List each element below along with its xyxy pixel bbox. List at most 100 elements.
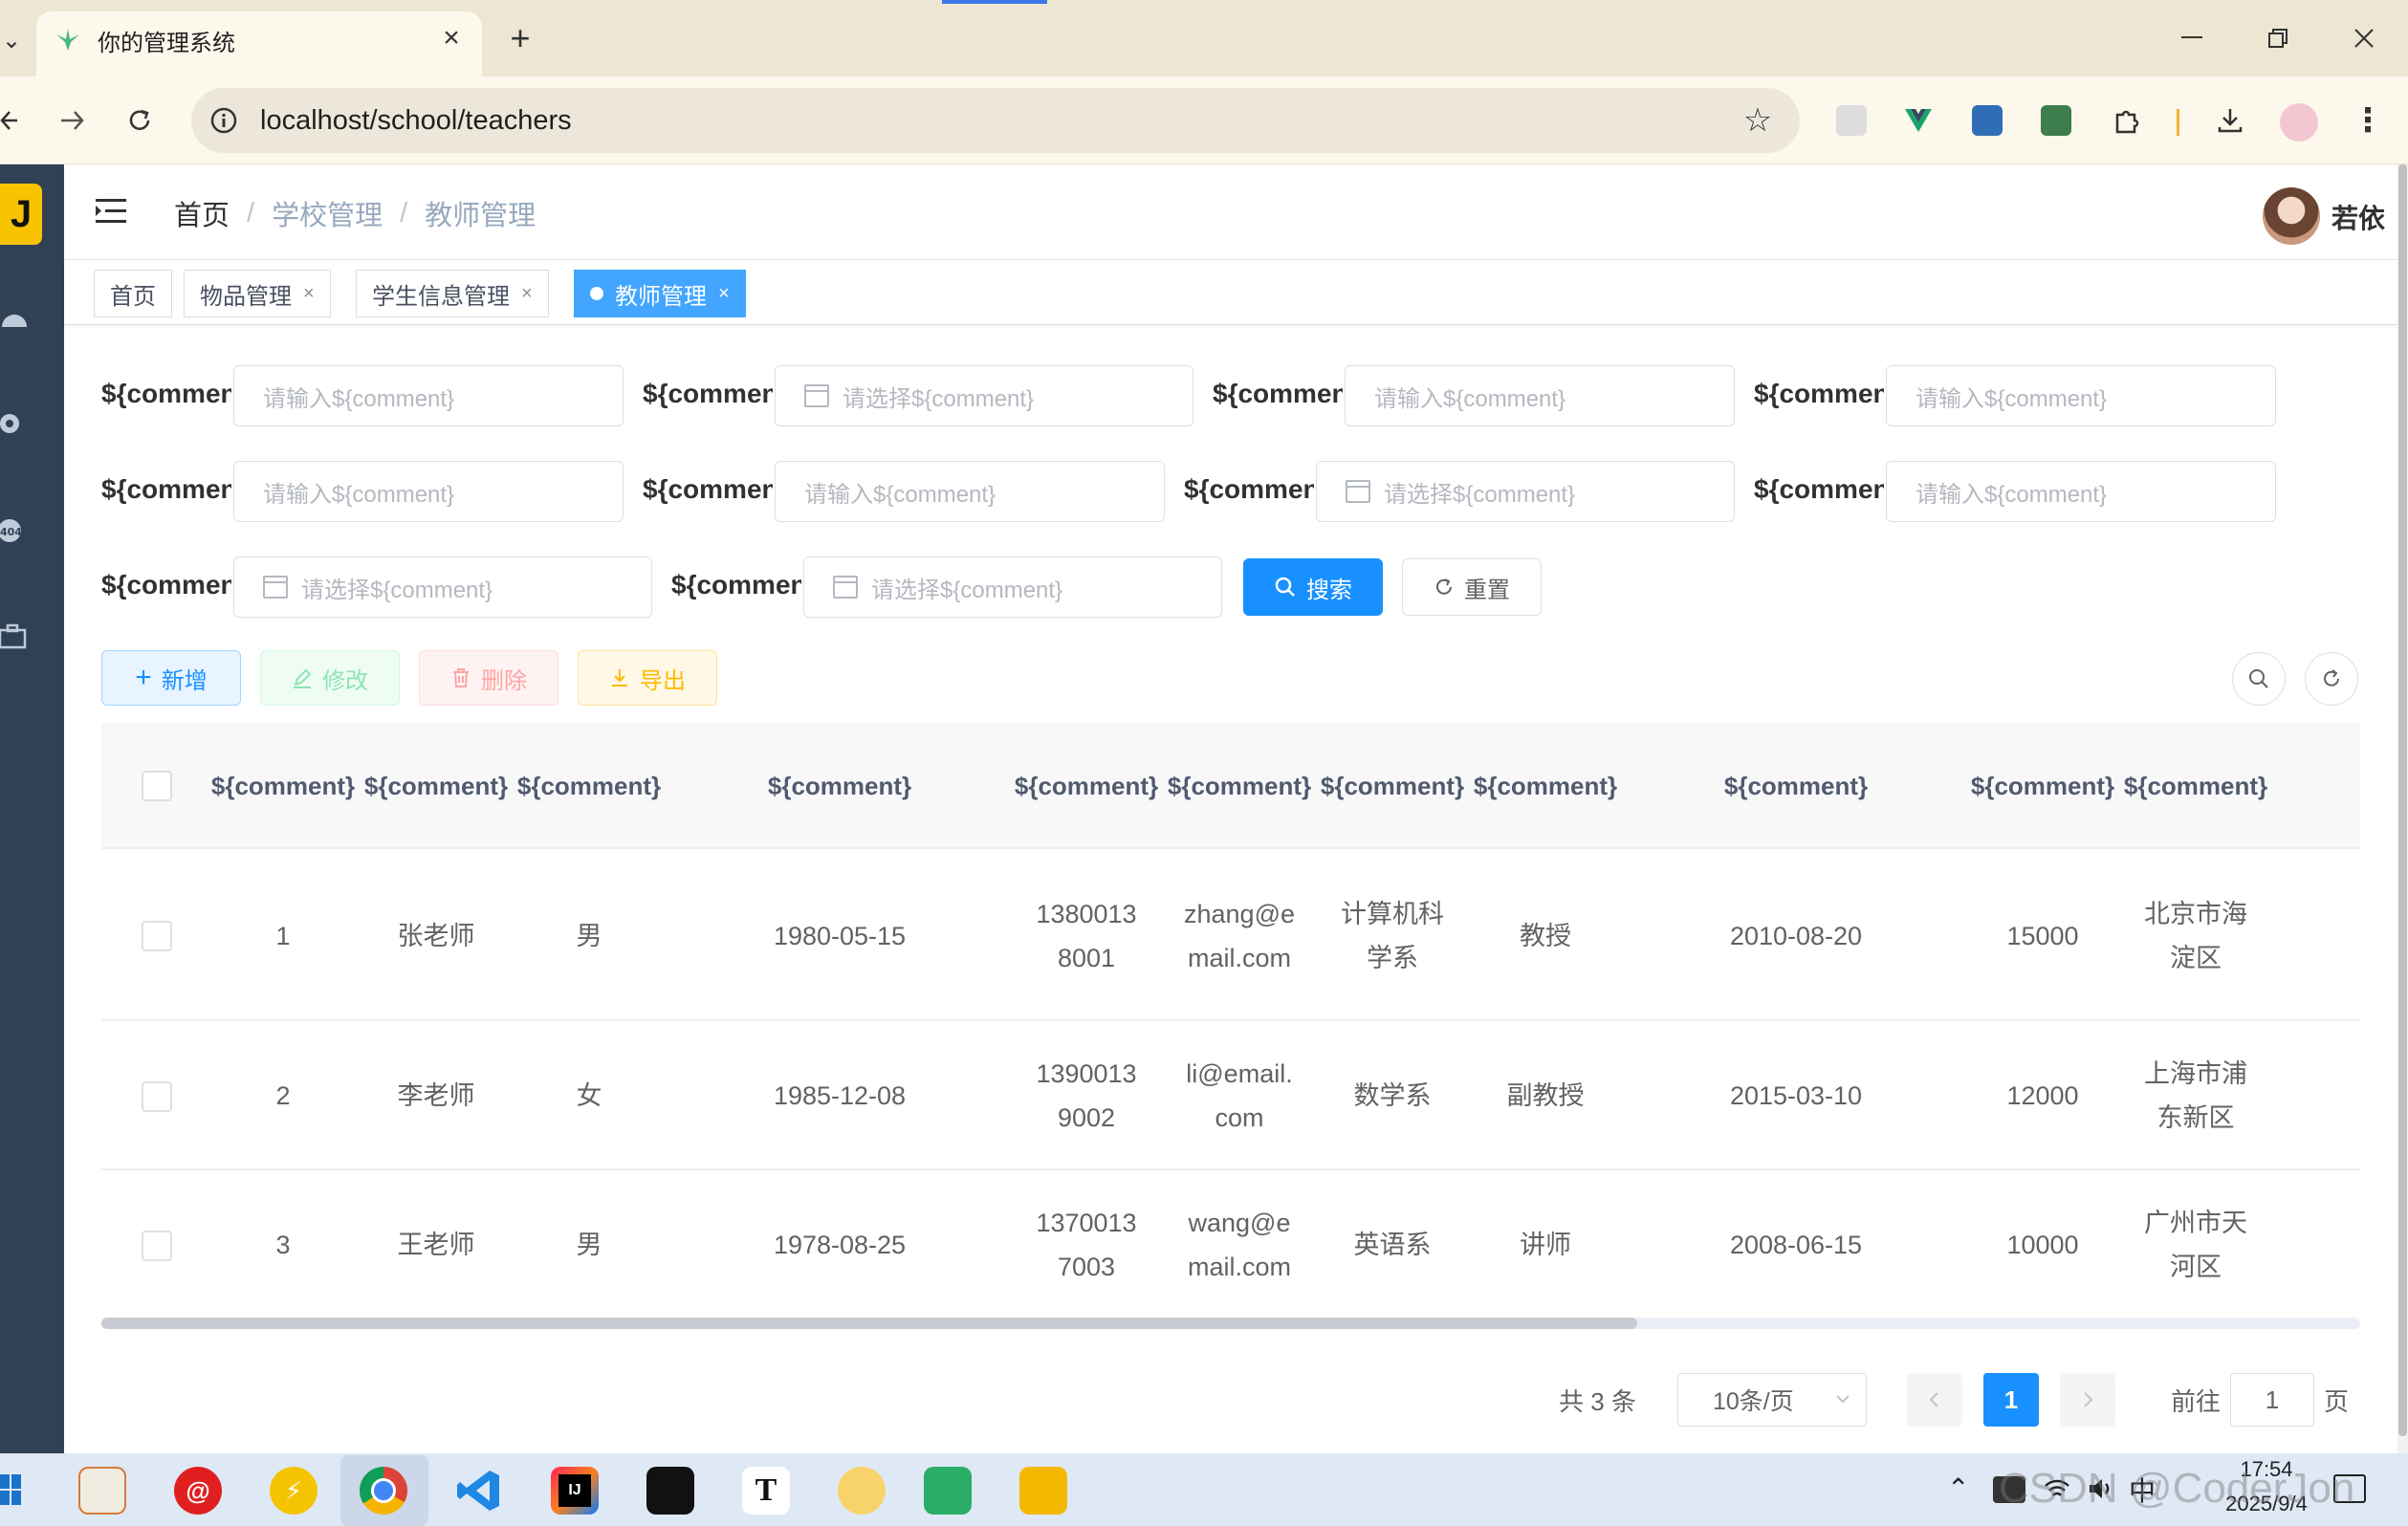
export-button-label: 导出	[640, 667, 686, 694]
url-text[interactable]: localhost/school/teachers	[260, 101, 572, 140]
table-cell: 北京市海淀区	[2144, 900, 2247, 972]
chevron-right-icon	[2084, 1392, 2093, 1407]
column-header[interactable]: ${comment}	[1474, 742, 1617, 830]
toggle-search-button[interactable]	[2232, 652, 2286, 706]
profile-avatar-icon[interactable]	[2280, 103, 2318, 142]
reset-button[interactable]: 重置	[1402, 558, 1542, 616]
system-gear-icon[interactable]	[0, 409, 27, 438]
hamburger-menu-icon[interactable]	[96, 197, 128, 226]
tab-search-chevron-icon[interactable]: ⌄	[0, 23, 23, 57]
prev-page-button[interactable]	[1907, 1373, 1962, 1427]
taskbar-wechat-icon[interactable]	[924, 1467, 972, 1515]
tag-students[interactable]: 学生信息管理 ×	[356, 270, 549, 317]
column-header[interactable]: ${comment}	[211, 742, 355, 830]
reload-icon[interactable]	[120, 101, 159, 140]
dashboard-icon[interactable]	[0, 304, 29, 331]
refresh-table-button[interactable]	[2305, 652, 2358, 706]
extension-react-icon[interactable]	[1836, 105, 1867, 136]
tag-close-icon[interactable]: ×	[521, 283, 533, 305]
column-header[interactable]: ${comment}	[364, 742, 508, 830]
taskbar-vscode-icon[interactable]	[455, 1467, 503, 1515]
tag-close-icon[interactable]: ×	[718, 283, 730, 305]
column-header[interactable]: ${comment}	[1168, 742, 1311, 830]
search-input[interactable]: 请输入${comment}	[1886, 461, 2276, 522]
windows-start-icon[interactable]	[0, 1472, 21, 1507]
trash-icon	[453, 668, 469, 687]
download-icon[interactable]	[2211, 101, 2249, 140]
breadcrumb-home[interactable]: 首页	[174, 193, 230, 233]
taskbar-app-paint-icon[interactable]	[78, 1467, 126, 1515]
date-picker[interactable]: 请选择${comment}	[233, 556, 652, 618]
user-avatar[interactable]	[2263, 187, 2320, 245]
forward-icon[interactable]	[54, 101, 92, 140]
taskbar-thunder-icon[interactable]: ⚡	[270, 1467, 317, 1515]
table-cell: li@email.com	[1186, 1059, 1293, 1132]
extension-vue-devtools-icon[interactable]	[1903, 105, 1934, 136]
minimize-icon[interactable]	[2173, 19, 2211, 57]
next-page-button[interactable]	[2060, 1373, 2115, 1427]
taskbar-app-yellow-icon[interactable]	[838, 1467, 886, 1515]
site-info-icon[interactable]	[207, 103, 241, 138]
tag-teachers[interactable]: 教师管理 ×	[574, 270, 746, 317]
search-input[interactable]: 请输入${comment}	[233, 461, 624, 522]
column-header[interactable]: ${comment}	[2124, 742, 2267, 830]
tag-home[interactable]: 首页	[94, 270, 172, 317]
page-number-active[interactable]: 1	[1983, 1373, 2039, 1427]
taskbar-app-dark-icon[interactable]	[646, 1467, 694, 1515]
table-divider	[101, 1168, 2360, 1170]
search-input[interactable]: 请输入${comment}	[1886, 365, 2276, 426]
column-header[interactable]: ${comment}	[1321, 742, 1464, 830]
table-horizontal-scrollbar[interactable]	[101, 1318, 2360, 1329]
extensions-puzzle-icon[interactable]	[2108, 101, 2146, 140]
delete-button[interactable]: 删除	[419, 650, 558, 706]
taskbar-file-explorer-icon[interactable]	[1019, 1467, 1067, 1515]
extension-globe-icon[interactable]	[1972, 105, 2003, 136]
column-header[interactable]: ${comment}	[1643, 742, 1949, 830]
search-input[interactable]: 请输入${comment}	[1345, 365, 1735, 426]
tag-items[interactable]: 物品管理 ×	[184, 270, 331, 317]
error-404-icon[interactable]: 404	[0, 516, 29, 545]
tag-close-icon[interactable]: ×	[303, 283, 315, 305]
column-header[interactable]: ${comment}	[1015, 742, 1158, 830]
add-button[interactable]: + 新增	[101, 650, 241, 706]
search-input[interactable]: 请输入${comment}	[233, 365, 624, 426]
page-vertical-scrollbar[interactable]	[2397, 164, 2408, 1453]
row-checkbox[interactable]	[142, 1081, 172, 1112]
chrome-menu-icon[interactable]: ⋮	[2349, 101, 2387, 140]
tab-close-icon[interactable]: ×	[434, 21, 469, 55]
tray-overflow-chevron-icon[interactable]: ⌃	[1947, 1472, 1976, 1503]
page-scrollbar-thumb[interactable]	[2398, 164, 2407, 1436]
table-cell: 2008-06-15	[1729, 1231, 1863, 1259]
restore-icon[interactable]	[2259, 19, 2297, 57]
select-all-checkbox[interactable]	[142, 771, 172, 801]
edit-button[interactable]: 修改	[260, 650, 400, 706]
tool-briefcase-icon[interactable]	[0, 623, 29, 650]
taskbar-chrome-icon[interactable]	[360, 1467, 407, 1515]
column-header[interactable]: ${comment}	[1971, 742, 2114, 830]
goto-page-input[interactable]: 1	[2230, 1373, 2314, 1427]
form-label: ${comment}	[1754, 379, 1884, 408]
taskbar-netease-music-icon[interactable]: @	[174, 1467, 222, 1515]
page-size-select[interactable]: 10条/页	[1677, 1373, 1867, 1427]
username[interactable]: 若依	[2331, 195, 2385, 239]
date-picker[interactable]: 请选择${comment}	[803, 556, 1222, 618]
bookmark-star-icon[interactable]: ☆	[1739, 101, 1777, 140]
search-input[interactable]: 请输入${comment}	[775, 461, 1165, 522]
window-close-icon[interactable]	[2345, 19, 2383, 57]
search-button[interactable]: 搜索	[1243, 558, 1383, 616]
new-tab-icon[interactable]: +	[501, 18, 539, 57]
date-picker[interactable]: 请选择${comment}	[775, 365, 1193, 426]
scrollbar-thumb[interactable]	[101, 1318, 1638, 1329]
back-icon[interactable]	[0, 101, 19, 140]
taskbar-intellij-icon[interactable]: IJ	[551, 1467, 599, 1515]
active-dot-icon	[590, 287, 603, 300]
column-header[interactable]: ${comment}	[517, 742, 661, 830]
logo[interactable]: J	[0, 184, 42, 245]
taskbar-typora-icon[interactable]: T	[742, 1467, 790, 1515]
row-checkbox[interactable]	[142, 921, 172, 951]
date-picker[interactable]: 请选择${comment}	[1316, 461, 1735, 522]
column-header[interactable]: ${comment}	[687, 742, 993, 830]
export-button[interactable]: 导出	[578, 650, 717, 706]
row-checkbox[interactable]	[142, 1231, 172, 1261]
extension-downloader-icon[interactable]	[2041, 105, 2071, 136]
